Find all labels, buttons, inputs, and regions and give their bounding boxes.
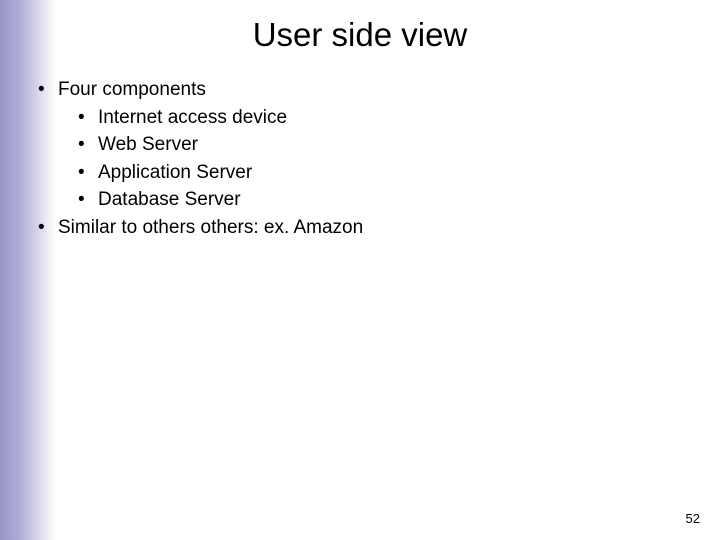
slide-body: Four components Internet access device W… bbox=[38, 76, 678, 241]
slide-title: User side view bbox=[0, 16, 720, 54]
bullet-level1: Four components bbox=[38, 76, 678, 104]
bullet-level2-group: Internet access device Web Server Applic… bbox=[38, 104, 678, 214]
bullet-level1: Similar to others others: ex. Amazon bbox=[38, 214, 678, 242]
bullet-level2: Database Server bbox=[78, 186, 678, 214]
bullet-level2: Web Server bbox=[78, 131, 678, 159]
page-number: 52 bbox=[686, 511, 700, 526]
bullet-level2: Application Server bbox=[78, 159, 678, 187]
bullet-level2: Internet access device bbox=[78, 104, 678, 132]
